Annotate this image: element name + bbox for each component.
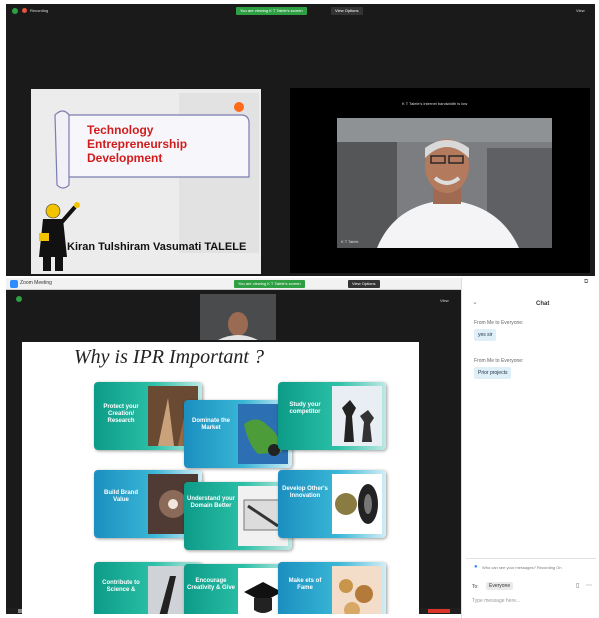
card-develop: Develop Other's Innovation — [278, 470, 386, 538]
view-options-button-2[interactable]: View Options — [348, 280, 380, 288]
card-label: Build Brand Value — [104, 490, 138, 503]
chat-header: Chat — [536, 301, 550, 307]
chat-message-text: yes sir — [474, 329, 497, 341]
card-label: Contribute to Science & — [102, 580, 140, 593]
recording-dot-icon — [22, 8, 27, 13]
shared-slide-title: Technology Entrepreneurship Development … — [31, 89, 261, 274]
leave-button[interactable] — [428, 609, 450, 613]
view-button[interactable]: View — [576, 8, 585, 13]
card-study: Study your competitor — [278, 382, 386, 450]
chat-notice[interactable]: Who can see your messages? Recording On — [482, 565, 594, 570]
speaker-name: K T Talele — [341, 239, 359, 244]
window-title: Zoom Meeting — [20, 280, 52, 286]
chat-message-from: From Me to Everyone: — [474, 320, 524, 326]
card-label: Study your competitor — [289, 402, 321, 415]
slide-title-line-3: Development — [87, 151, 163, 165]
shared-slide-ipr: Why is IPR Important ? Protect your Crea… — [22, 342, 419, 614]
chat-input[interactable]: Type message here... — [472, 598, 520, 604]
viewing-screen-banner-2: You are viewing K T Talele's screen — [234, 280, 305, 288]
card-label: Dominate the Market — [191, 418, 230, 431]
security-shield-icon-2[interactable] — [16, 296, 22, 302]
speaker-thumbnail[interactable] — [200, 294, 276, 340]
chevron-down-icon[interactable]: ⌄ — [472, 298, 478, 306]
user-icon: ● — [474, 564, 478, 570]
speaker-image — [337, 118, 552, 248]
chat-message-text: Prior projects — [474, 367, 512, 379]
card-fame: Make ets of Fame — [278, 562, 386, 614]
to-label: To: — [472, 584, 479, 590]
card-label: Understand your Domain Better — [186, 496, 235, 509]
card-label: Encourage Creativity & Give — [186, 578, 236, 591]
security-shield-icon[interactable] — [12, 8, 18, 14]
card-dominate: Dominate the Market — [184, 400, 292, 468]
card-label: Make ets of Fame — [288, 578, 322, 591]
zoom-logo-icon — [10, 280, 18, 288]
view-options-button[interactable]: View Options — [331, 7, 363, 15]
slide-title: Why is IPR Important ? — [74, 346, 264, 368]
card-understand: Understand your Domain Better — [184, 482, 292, 550]
zoom-title-bar: Zoom Meeting You are viewing K T Talele'… — [6, 278, 461, 290]
viewing-screen-banner: You are viewing K T Talele's screen — [236, 7, 307, 15]
chat-panel: ⌄ Chat ⧉ From Me to Everyone: yes sir Fr… — [461, 278, 599, 618]
divider — [466, 558, 596, 559]
card-image — [332, 566, 382, 614]
card-image — [332, 386, 382, 446]
view-button-2[interactable]: View — [440, 298, 449, 303]
card-encourage: Encourage Creativity & Give — [184, 564, 292, 614]
slide-title-line-1: Technology — [87, 123, 154, 137]
chat-message-from: From Me to Everyone: — [474, 358, 524, 364]
recording-label: Recording — [30, 8, 49, 13]
slide-author: Kiran Tulshiram Vasumati TALELE — [67, 241, 247, 253]
card-label: Develop Other's Innovation — [282, 486, 328, 499]
file-icon[interactable]: ▯ — [576, 582, 579, 589]
restore-window-icon[interactable]: ⧉ — [584, 279, 588, 286]
recipient-select[interactable]: Everyone — [486, 582, 514, 590]
more-icon[interactable]: ⋯ — [586, 582, 592, 589]
thumbnail-image — [200, 294, 276, 340]
bandwidth-warning: K T Talele's internet bandwidth is low — [402, 101, 468, 106]
slide-title-line-2: Entrepreneurship — [87, 137, 188, 151]
card-image — [332, 474, 382, 534]
slide-title-block: Technology Entrepreneurship Development — [87, 123, 187, 165]
card-label: Protect your Creation/ Research — [103, 404, 139, 424]
speaker-video: K T Talele — [337, 118, 552, 248]
